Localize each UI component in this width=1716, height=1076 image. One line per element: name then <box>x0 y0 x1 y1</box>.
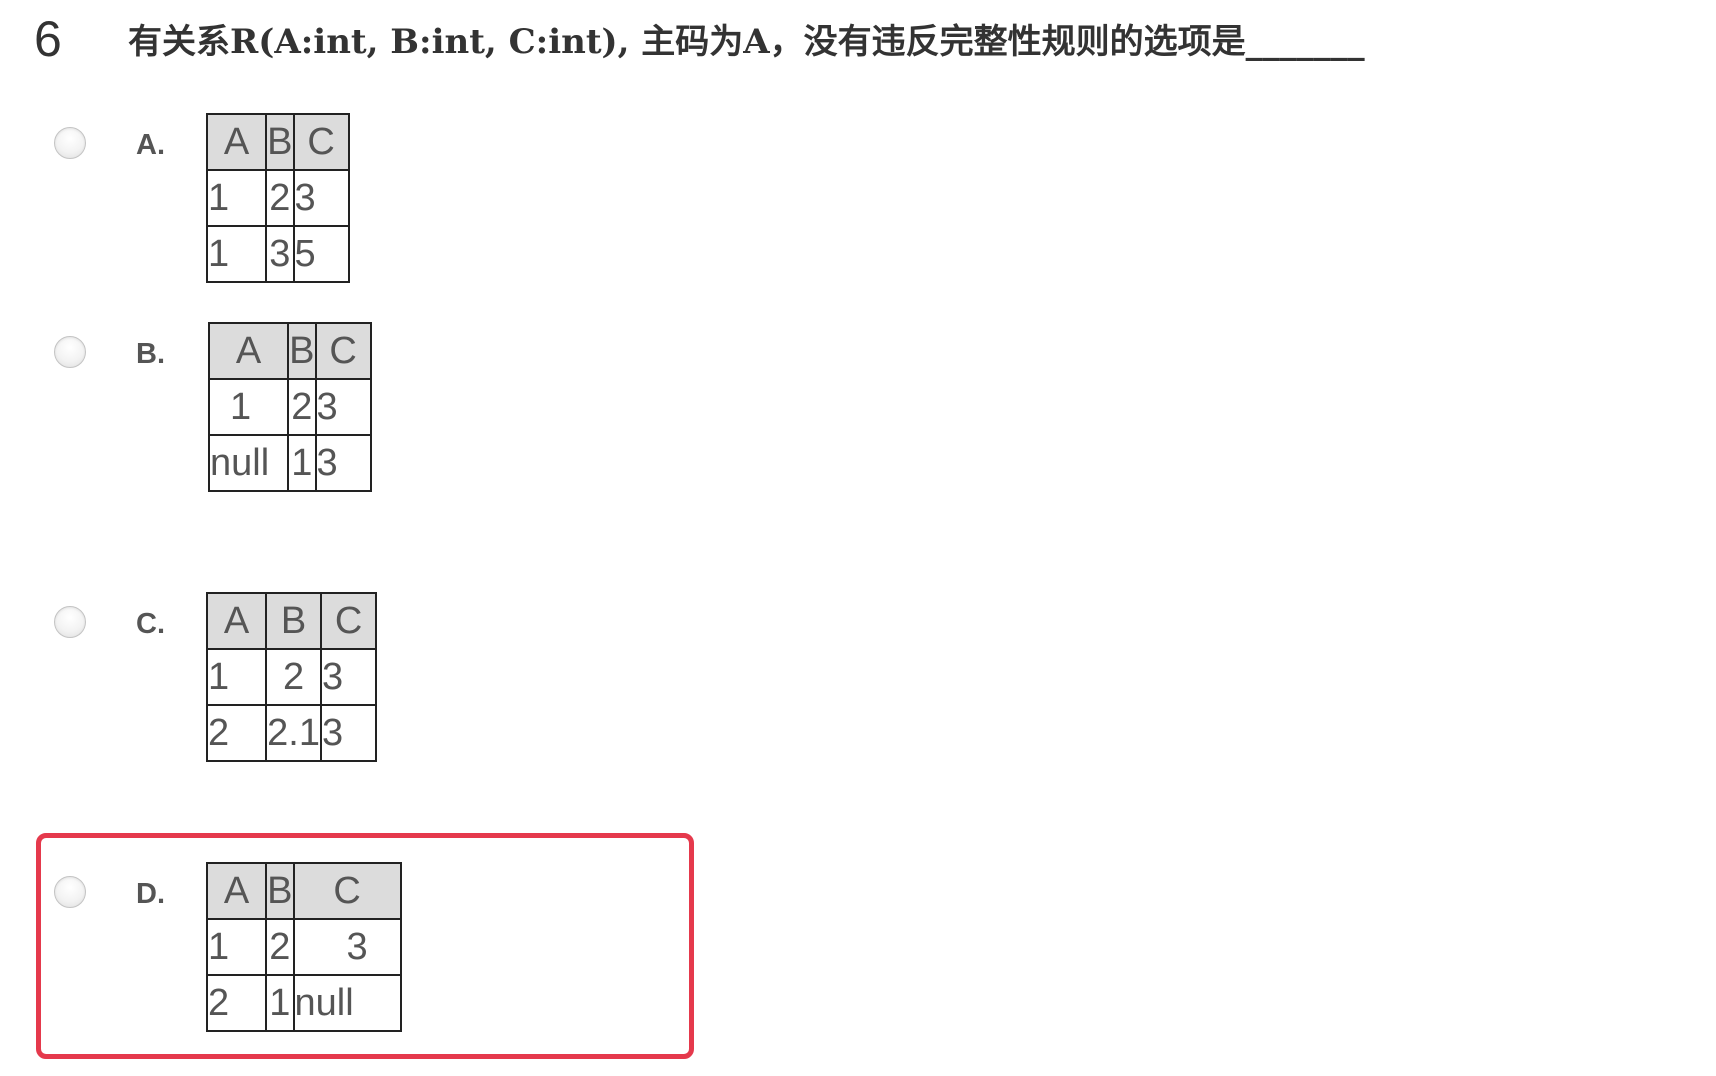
cell-b: 2 <box>265 648 322 706</box>
cell-a: 1 <box>205 648 268 706</box>
cell-a: 1 <box>205 918 268 976</box>
radio-button-b[interactable] <box>54 336 86 368</box>
cell-a: 1 <box>207 378 290 436</box>
column-header-a: A <box>207 322 290 380</box>
table-row: null 1 3 <box>207 434 372 492</box>
cell-b: 2 <box>265 918 295 976</box>
table-row: 1 2 3 <box>205 169 350 227</box>
cell-a: 2 <box>205 704 268 762</box>
column-header-c: C <box>292 113 350 171</box>
cell-c: 3 <box>319 648 378 706</box>
cell-a: 2 <box>205 974 268 1032</box>
column-header-a: A <box>205 113 268 171</box>
table-header-row: A B C <box>205 592 378 650</box>
table-row: 1 2 3 <box>205 918 402 976</box>
cell-b: 2 <box>287 378 317 436</box>
column-header-c: C <box>314 322 372 380</box>
column-header-c: C <box>292 862 402 920</box>
column-header-b: B <box>287 322 317 380</box>
table-header-row: A B C <box>205 862 402 920</box>
relation-table-a: A B C 1 2 3 1 3 5 <box>205 113 350 283</box>
option-label-a: A. <box>136 129 165 161</box>
table-header-row: A B C <box>207 322 372 380</box>
table-header-row: A B C <box>205 113 350 171</box>
cell-c: 3 <box>292 918 402 976</box>
relation-table-c: A B C 1 2 3 2 2.1 3 <box>205 592 378 762</box>
table-row: 2 2.1 3 <box>205 704 378 762</box>
relation-table-b: A B C 1 2 3 null 1 3 <box>207 322 372 492</box>
option-label-c: C. <box>136 608 165 640</box>
column-header-b: B <box>265 592 322 650</box>
cell-c: 3 <box>314 434 372 492</box>
column-header-a: A <box>205 862 268 920</box>
table-row: 1 2 3 <box>207 378 372 436</box>
table-row: 1 3 5 <box>205 225 350 283</box>
table-row: 1 2 3 <box>205 648 378 706</box>
cell-b: 2 <box>265 169 295 227</box>
radio-button-d[interactable] <box>54 876 86 908</box>
column-header-a: A <box>205 592 268 650</box>
cell-b: 1 <box>287 434 317 492</box>
table-row: 2 1 null <box>205 974 402 1032</box>
column-header-b: B <box>265 113 295 171</box>
cell-b: 1 <box>265 974 295 1032</box>
cell-c: 3 <box>292 169 350 227</box>
question-number: 6 <box>34 11 62 67</box>
cell-a: null <box>207 434 290 492</box>
option-label-b: B. <box>136 338 165 370</box>
cell-c: 3 <box>314 378 372 436</box>
cell-b: 3 <box>265 225 295 283</box>
cell-b: 2.1 <box>265 704 322 762</box>
radio-button-a[interactable] <box>54 127 86 159</box>
cell-a: 1 <box>205 225 268 283</box>
option-label-d: D. <box>136 878 165 910</box>
cell-c: null <box>292 974 402 1032</box>
radio-button-c[interactable] <box>54 606 86 638</box>
column-header-b: B <box>265 862 295 920</box>
question-text: 有关系R(A:int, B:int, C:int), 主码为A，没有违反完整性规… <box>128 22 1365 62</box>
column-header-c: C <box>319 592 378 650</box>
cell-a: 1 <box>205 169 268 227</box>
cell-c: 3 <box>319 704 378 762</box>
cell-c: 5 <box>292 225 350 283</box>
relation-table-d: A B C 1 2 3 2 1 null <box>205 862 402 1032</box>
